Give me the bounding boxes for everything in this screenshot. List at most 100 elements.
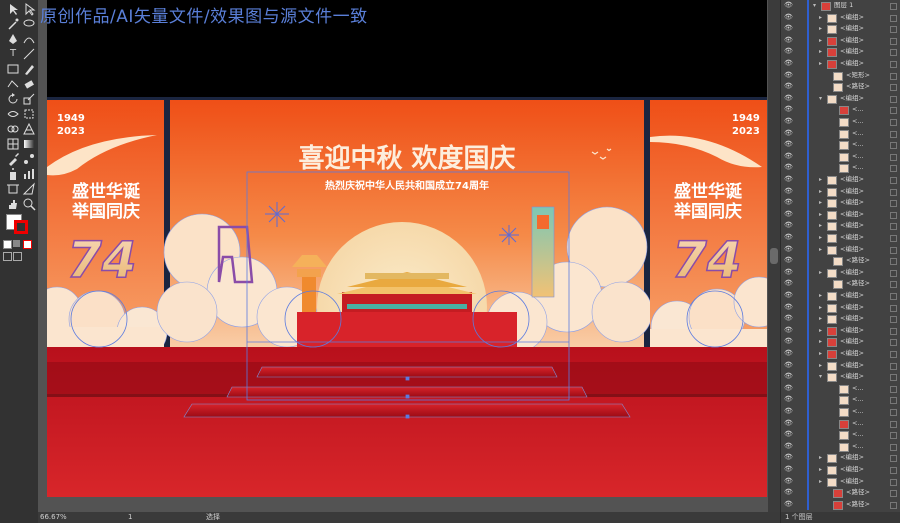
layer-row[interactable]: 👁 <...: [781, 406, 900, 418]
scrollbar-thumb[interactable]: [770, 248, 778, 264]
layer-target-icon[interactable]: [890, 455, 897, 463]
layer-target-icon[interactable]: [890, 316, 897, 324]
layer-target-icon[interactable]: [890, 119, 897, 126]
expand-right-icon[interactable]: ▸: [819, 313, 822, 325]
lasso-tool-icon[interactable]: [22, 17, 36, 31]
left-side-panel[interactable]: 1949 2023 盛世华诞 举国同庆 74: [47, 100, 168, 358]
layer-row[interactable]: 👁 <路径>: [781, 255, 900, 267]
expand-right-icon[interactable]: ▸: [819, 336, 822, 348]
layer-row[interactable]: 👁 <...: [781, 394, 900, 406]
visibility-eye-icon[interactable]: 👁: [784, 452, 793, 464]
visibility-eye-icon[interactable]: 👁: [784, 418, 793, 430]
visibility-eye-icon[interactable]: 👁: [784, 394, 793, 406]
visibility-eye-icon[interactable]: 👁: [784, 360, 793, 372]
layer-row[interactable]: 👁 ▸ <编组>: [781, 197, 900, 209]
expand-right-icon[interactable]: ▸: [819, 290, 822, 302]
visibility-eye-icon[interactable]: 👁: [784, 336, 793, 348]
visibility-eye-icon[interactable]: 👁: [784, 104, 793, 116]
perspective-grid-tool-icon[interactable]: [22, 122, 36, 136]
direct-selection-tool-icon[interactable]: [22, 2, 36, 16]
visibility-eye-icon[interactable]: 👁: [784, 348, 793, 360]
layer-row[interactable]: 👁 ▾ <编组>: [781, 92, 900, 105]
expand-right-icon[interactable]: ▸: [819, 302, 822, 314]
visibility-eye-icon[interactable]: 👁: [784, 81, 793, 93]
right-side-panel[interactable]: 1949 2023 盛世华诞 举国同庆 74: [650, 100, 767, 354]
layer-target-icon[interactable]: [890, 432, 897, 440]
layer-target-icon[interactable]: [890, 61, 897, 68]
expand-right-icon[interactable]: ▸: [819, 220, 822, 232]
layer-target-icon[interactable]: [890, 443, 897, 451]
visibility-eye-icon[interactable]: 👁: [784, 487, 793, 499]
layer-target-icon[interactable]: [890, 95, 897, 103]
blend-tool-icon[interactable]: [22, 152, 36, 166]
layer-row[interactable]: 👁 ▸ <编组>: [781, 232, 900, 244]
layer-target-icon[interactable]: [890, 107, 897, 115]
layer-target-icon[interactable]: [890, 467, 897, 474]
gradient-tool-icon[interactable]: [22, 137, 36, 151]
draw-normal-icon[interactable]: [3, 252, 12, 261]
layer-target-icon[interactable]: [890, 409, 897, 416]
visibility-eye-icon[interactable]: 👁: [784, 23, 793, 35]
expand-right-icon[interactable]: ▸: [819, 452, 822, 464]
expand-right-icon[interactable]: ▸: [819, 197, 822, 209]
visibility-eye-icon[interactable]: 👁: [784, 116, 793, 128]
expand-right-icon[interactable]: ▸: [819, 360, 822, 372]
layer-target-icon[interactable]: [890, 339, 897, 347]
expand-right-icon[interactable]: ▸: [819, 325, 822, 337]
visibility-eye-icon[interactable]: 👁: [784, 255, 793, 267]
layer-target-icon[interactable]: [890, 177, 897, 184]
layer-row[interactable]: 👁 ▸ <编组>: [781, 46, 900, 58]
layer-target-icon[interactable]: [890, 374, 897, 382]
expand-right-icon[interactable]: ▸: [819, 348, 822, 360]
visibility-eye-icon[interactable]: 👁: [784, 46, 793, 58]
layer-row[interactable]: 👁 ▸ <编组>: [781, 34, 900, 47]
visibility-eye-icon[interactable]: 👁: [784, 290, 793, 302]
visibility-eye-icon[interactable]: 👁: [784, 35, 793, 47]
visibility-eye-icon[interactable]: 👁: [784, 93, 793, 105]
layer-row[interactable]: 👁 ▸ <编组>: [781, 359, 900, 372]
layer-target-icon[interactable]: [890, 14, 897, 22]
visibility-eye-icon[interactable]: 👁: [784, 197, 793, 209]
layer-row[interactable]: 👁 ▸ <编组>: [781, 324, 900, 337]
scale-tool-icon[interactable]: [22, 92, 36, 106]
layer-target-icon[interactable]: [890, 223, 897, 231]
layer-row[interactable]: 👁 <...: [781, 104, 900, 116]
eraser-tool-icon[interactable]: [22, 77, 36, 91]
layer-row[interactable]: 👁 <...: [781, 429, 900, 441]
layer-target-icon[interactable]: [890, 304, 897, 312]
color-mode-icon[interactable]: [3, 240, 12, 249]
layer-target-icon[interactable]: [890, 84, 897, 92]
layer-row[interactable]: 👁 ▸ <编组>: [781, 208, 900, 221]
eyedropper-tool-icon[interactable]: [6, 152, 20, 166]
visibility-eye-icon[interactable]: 👁: [784, 441, 793, 453]
layer-target-icon[interactable]: [890, 246, 897, 254]
slice-tool-icon[interactable]: [22, 182, 36, 196]
hand-tool-icon[interactable]: [6, 197, 20, 211]
visibility-eye-icon[interactable]: 👁: [784, 278, 793, 290]
layer-target-icon[interactable]: [890, 130, 897, 138]
free-transform-tool-icon[interactable]: [22, 107, 36, 121]
layer-target-icon[interactable]: [890, 397, 897, 405]
visibility-eye-icon[interactable]: 👁: [784, 209, 793, 221]
column-graph-tool-icon[interactable]: [22, 167, 36, 181]
layer-target-icon[interactable]: [890, 142, 897, 150]
layer-target-icon[interactable]: [890, 153, 897, 161]
layer-row[interactable]: 👁 ▸ <编组>: [781, 220, 900, 232]
layer-target-icon[interactable]: [890, 420, 897, 428]
visibility-eye-icon[interactable]: 👁: [784, 151, 793, 163]
shape-builder-tool-icon[interactable]: [6, 122, 20, 136]
shaper-tool-icon[interactable]: [6, 77, 20, 91]
layer-target-icon[interactable]: [890, 385, 897, 393]
expand-right-icon[interactable]: ▸: [819, 174, 822, 186]
layer-row[interactable]: 👁 ▸ <编组>: [781, 475, 900, 488]
curvature-tool-icon[interactable]: [22, 32, 36, 46]
visibility-eye-icon[interactable]: 👁: [784, 12, 793, 24]
visibility-eye-icon[interactable]: 👁: [784, 267, 793, 279]
symbol-sprayer-tool-icon[interactable]: [6, 167, 20, 181]
stroke-swatch[interactable]: [14, 220, 28, 234]
type-tool-icon[interactable]: T: [6, 47, 20, 61]
layer-row[interactable]: 👁 ▸ <编组>: [781, 464, 900, 476]
canvas-vertical-scrollbar[interactable]: [768, 0, 780, 512]
layer-row[interactable]: 👁 <...: [781, 127, 900, 140]
expand-right-icon[interactable]: ▸: [819, 12, 822, 24]
